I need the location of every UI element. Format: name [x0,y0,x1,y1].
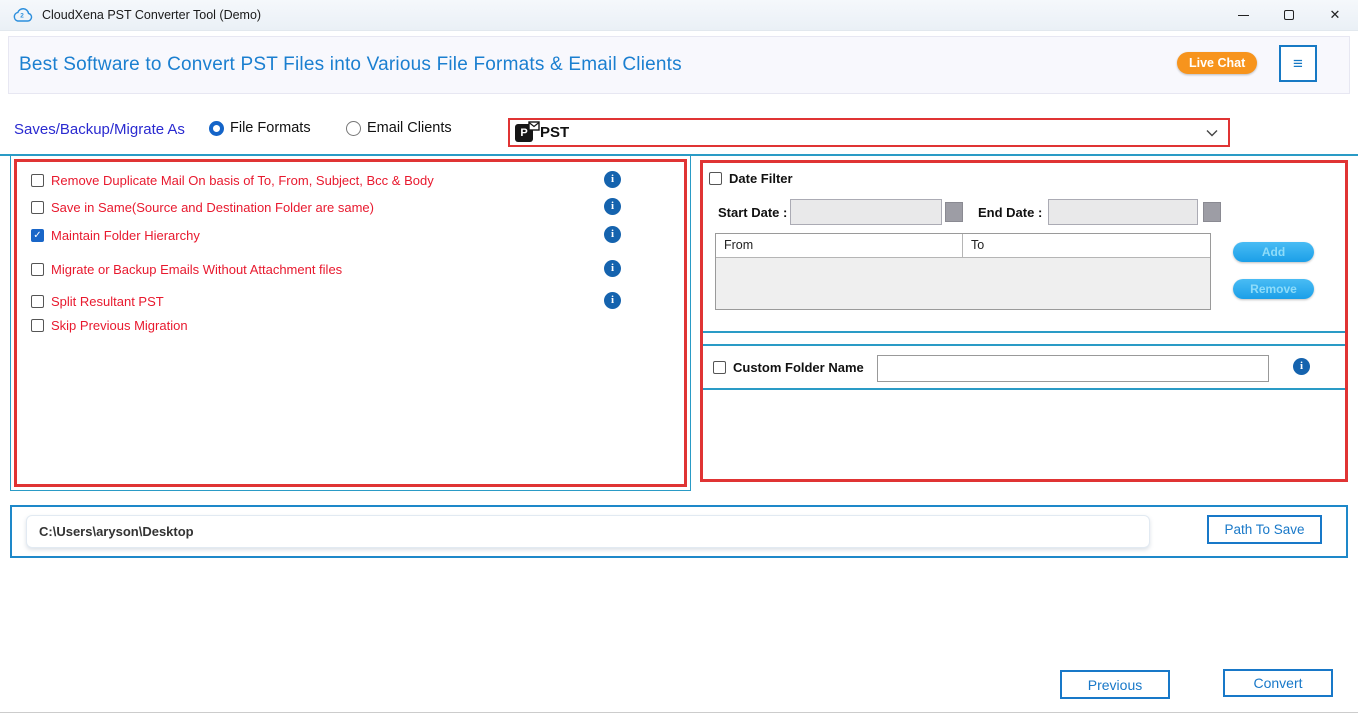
footer-divider [0,712,1358,713]
convert-button[interactable]: Convert [1223,669,1333,697]
pst-file-icon: P [515,124,533,142]
format-dropdown[interactable]: P PST [508,118,1230,147]
radio-email-clients-dot [346,121,361,136]
end-date-label: End Date : [978,205,1042,220]
radio-email-clients[interactable]: Email Clients [346,120,452,136]
window-controls: ✕ [1220,0,1358,31]
option-label: Split Resultant PST [51,294,164,309]
custom-folder-checkbox[interactable]: ✓ [713,361,726,374]
info-icon[interactable]: i [1293,358,1310,375]
window-title: CloudXena PST Converter Tool (Demo) [42,8,261,22]
info-icon[interactable]: i [604,292,621,309]
info-icon[interactable]: i [604,226,621,243]
option-without-attachments: ✓ Migrate or Backup Emails Without Attac… [31,261,684,277]
chevron-down-icon [1206,129,1218,137]
custom-folder-input[interactable] [877,355,1269,382]
date-filter-panel: ✓ Date Filter Start Date : End Date : Fr… [700,160,1348,482]
without-attachments-checkbox[interactable]: ✓ [31,263,44,276]
from-to-table-header: From To [716,234,1210,258]
maximize-icon [1284,10,1294,20]
option-save-in-same: ✓ Save in Same(Source and Destination Fo… [31,199,684,215]
skip-previous-checkbox[interactable]: ✓ [31,319,44,332]
path-to-save-button[interactable]: Path To Save [1207,515,1322,544]
app-header: Best Software to Convert PST Files into … [8,36,1350,94]
remove-button[interactable]: Remove [1233,279,1314,299]
svg-text:2: 2 [20,12,24,19]
close-icon: ✕ [1330,7,1341,23]
info-icon[interactable]: i [604,198,621,215]
radio-file-formats-label: File Formats [230,120,311,136]
conversion-options-panel: ✓ Remove Duplicate Mail On basis of To, … [14,159,687,487]
option-label: Skip Previous Migration [51,318,188,333]
split-pst-checkbox[interactable]: ✓ [31,295,44,308]
option-label: Save in Same(Source and Destination Fold… [51,200,374,215]
radio-file-formats-dot [209,121,224,136]
save-path-input[interactable] [26,515,1150,548]
option-label: Migrate or Backup Emails Without Attachm… [51,262,342,277]
minimize-icon [1238,15,1249,16]
column-header-to: To [963,234,1210,257]
previous-button[interactable]: Previous [1060,670,1170,699]
date-filter-checkbox[interactable]: ✓ [709,172,722,185]
maintain-hierarchy-checkbox[interactable]: ✓ [31,229,44,242]
minimize-button[interactable] [1220,0,1266,31]
custom-folder-option: ✓ Custom Folder Name [713,360,864,375]
page-title: Best Software to Convert PST Files into … [19,54,682,76]
section-divider [0,154,1358,156]
option-maintain-hierarchy: ✓ Maintain Folder Hierarchy i [31,227,684,243]
date-filter-label: Date Filter [729,171,793,186]
start-date-calendar-button[interactable] [945,202,963,222]
custom-folder-label: Custom Folder Name [733,360,864,375]
option-remove-duplicate: ✓ Remove Duplicate Mail On basis of To, … [31,172,684,188]
option-label: Remove Duplicate Mail On basis of To, Fr… [51,173,434,188]
from-to-table[interactable]: From To [715,233,1211,310]
info-icon[interactable]: i [604,171,621,188]
app-window: 2 CloudXena PST Converter Tool (Demo) ✕ … [0,0,1358,728]
save-as-label: Saves/Backup/Migrate As [14,121,185,138]
info-icon[interactable]: i [604,260,621,277]
save-in-same-checkbox[interactable]: ✓ [31,201,44,214]
radio-file-formats[interactable]: File Formats [209,120,311,136]
option-skip-previous: ✓ Skip Previous Migration [31,317,684,333]
title-bar: 2 CloudXena PST Converter Tool (Demo) ✕ [0,0,1358,31]
add-button[interactable]: Add [1233,242,1314,262]
start-date-input[interactable] [790,199,942,225]
end-date-input[interactable] [1048,199,1198,225]
date-filter-option: ✓ Date Filter [709,171,793,186]
remove-duplicate-checkbox[interactable]: ✓ [31,174,44,187]
date-range-row: Start Date : End Date : [703,199,1345,227]
radio-email-clients-label: Email Clients [367,120,452,136]
custom-folder-section: ✓ Custom Folder Name i [703,344,1345,390]
cloud-logo-icon: 2 [12,7,34,23]
option-split-pst: ✓ Split Resultant PST i [31,293,684,309]
start-date-label: Start Date : [718,205,787,220]
option-label: Maintain Folder Hierarchy [51,228,200,243]
format-dropdown-value: PST [540,124,569,141]
hamburger-icon: ≡ [1293,54,1303,73]
close-button[interactable]: ✕ [1312,0,1358,31]
path-bar: Path To Save [10,505,1348,558]
column-header-from: From [716,234,963,257]
end-date-calendar-button[interactable] [1203,202,1221,222]
menu-button[interactable]: ≡ [1279,45,1317,82]
maximize-button[interactable] [1266,0,1312,31]
filter-section-divider [703,331,1345,333]
envelope-icon [528,121,540,131]
live-chat-button[interactable]: Live Chat [1177,52,1257,74]
